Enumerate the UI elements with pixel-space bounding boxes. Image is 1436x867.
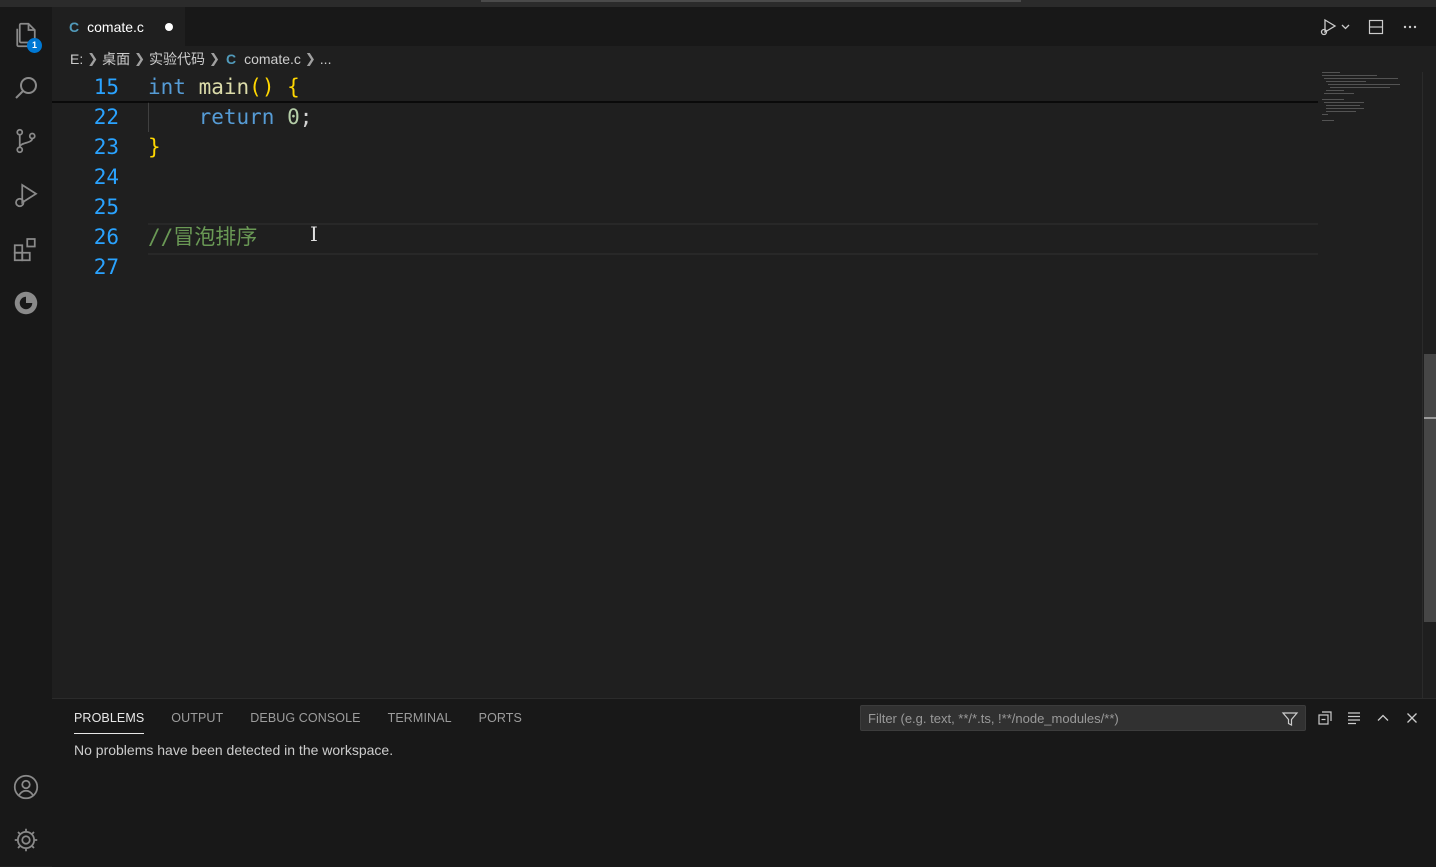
panel-actions [1316, 709, 1421, 727]
breadcrumb-folder-code[interactable]: 实验代码 [149, 49, 205, 69]
minimap[interactable] [1318, 72, 1422, 698]
line-number: 26 [93, 225, 119, 249]
line-number: 23 [93, 135, 119, 159]
code-line[interactable]: 15 int main() { [52, 72, 1318, 102]
activity-bar: 1 [0, 7, 52, 866]
manage-button[interactable] [0, 816, 52, 864]
breadcrumb-drive[interactable]: E: [70, 51, 83, 67]
chevron-up-icon [1377, 714, 1389, 721]
more-actions-button[interactable] [1398, 15, 1422, 39]
search-icon [15, 77, 37, 99]
comate-icon [14, 291, 38, 315]
source-control-button[interactable] [0, 117, 52, 165]
comate-button[interactable] [0, 279, 52, 327]
view-as-list-button[interactable] [1345, 709, 1363, 727]
account-icon [13, 774, 39, 800]
horizontal-scroll-thumb[interactable] [481, 0, 1021, 2]
split-editor-button[interactable] [1364, 15, 1388, 39]
tab-output[interactable]: OUTPUT [171, 711, 223, 733]
code-token: int [148, 75, 186, 99]
collapse-all-icon [1318, 711, 1332, 725]
tab-label: comate.c [87, 18, 144, 35]
breadcrumb-symbols[interactable]: ... [320, 51, 332, 67]
line-code: return 0; [148, 102, 313, 132]
code-token: { [287, 75, 300, 99]
run-chevron-icon [1320, 18, 1350, 36]
tab-terminal[interactable]: TERMINAL [388, 711, 452, 733]
bottom-panel: PROBLEMS OUTPUT DEBUG CONSOLE TERMINAL P… [52, 698, 1436, 867]
panel-tabs: PROBLEMS OUTPUT DEBUG CONSOLE TERMINAL P… [74, 711, 549, 734]
chevron-right-icon: ❯ [87, 51, 99, 66]
code-token: //冒泡排序 [148, 225, 258, 249]
line-code: } [148, 132, 161, 162]
breadcrumb-file[interactable]: comate.c [244, 51, 301, 67]
maximize-panel-button[interactable] [1374, 709, 1392, 727]
extensions-button[interactable] [0, 225, 52, 273]
search-button[interactable] [0, 64, 52, 112]
code-token: } [148, 135, 161, 159]
code-token: 0 [287, 105, 300, 129]
run-debug-file-button[interactable] [1318, 15, 1354, 39]
line-number: 24 [93, 165, 119, 189]
scrollbar-thumb[interactable] [1424, 354, 1436, 622]
title-bar [0, 0, 1436, 7]
code-line[interactable]: 23} [52, 132, 1318, 162]
code-line[interactable]: 25 [52, 192, 1318, 222]
code-line[interactable]: 26 //冒泡排序 [52, 222, 1318, 252]
split-editor-icon [1368, 19, 1384, 35]
collapse-all-button[interactable] [1316, 709, 1334, 727]
tab-problems[interactable]: PROBLEMS [74, 711, 145, 734]
vertical-scrollbar[interactable] [1422, 72, 1436, 698]
breadcrumb-folder-desktop[interactable]: 桌面 [102, 49, 130, 69]
run-debug-button[interactable] [0, 171, 52, 219]
line-code: int main() { [148, 72, 300, 102]
tab-debug-console[interactable]: DEBUG CONSOLE [250, 711, 360, 733]
explorer-badge: 1 [27, 38, 42, 53]
filter-icon[interactable] [1281, 710, 1299, 728]
close-panel-button[interactable] [1403, 709, 1421, 727]
problems-message: No problems have been detected in the wo… [74, 742, 394, 758]
line-number: 25 [93, 195, 119, 219]
list-icon [1348, 712, 1360, 725]
chevron-right-icon: ❯ [134, 51, 146, 66]
run-debug-icon [15, 183, 38, 208]
explorer-button[interactable]: 1 [0, 11, 52, 59]
breadcrumb: E: ❯ 桌面 ❯ 实验代码 ❯ C comate.c ❯ ... [52, 46, 1312, 72]
code-line[interactable]: 22 return 0; [52, 102, 1318, 132]
sticky-scroll-shadow [52, 101, 1318, 103]
accounts-button[interactable] [0, 763, 52, 811]
ellipsis-icon [1403, 25, 1417, 29]
line-number: 22 [93, 105, 119, 129]
code-token: () [249, 75, 275, 99]
code-line[interactable]: 27 [52, 252, 1318, 282]
line-number: 27 [93, 255, 119, 279]
tab-comate-c[interactable]: C comate.c [52, 7, 185, 46]
line-number: 15 [93, 75, 119, 99]
cursor-position-marker [1424, 417, 1436, 419]
tab-ports[interactable]: PORTS [479, 711, 522, 733]
problems-filter [860, 705, 1306, 731]
code-line[interactable]: 24 [52, 162, 1318, 192]
editor-tab-bar: C comate.c [52, 7, 1436, 46]
extensions-icon [13, 238, 36, 262]
source-control-icon [16, 128, 36, 154]
text-cursor-icon: I [310, 222, 318, 246]
filter-input[interactable] [868, 709, 1268, 727]
code-editor[interactable]: 15 int main() {22 return 0; 23} 24 25 26//冒泡排… [52, 72, 1422, 698]
code-token: return [198, 105, 275, 129]
code-token: main [198, 75, 250, 99]
chevron-right-icon: ❯ [209, 51, 220, 66]
unsaved-dot-icon[interactable] [165, 23, 173, 31]
line-code: //冒泡排序 [148, 222, 257, 252]
chevron-right-icon: ❯ [304, 51, 316, 66]
c-file-icon: C [69, 18, 80, 35]
code-token: ; [299, 105, 313, 129]
c-file-icon: C [225, 51, 237, 67]
gear-icon [14, 828, 38, 852]
close-icon [1407, 713, 1417, 723]
